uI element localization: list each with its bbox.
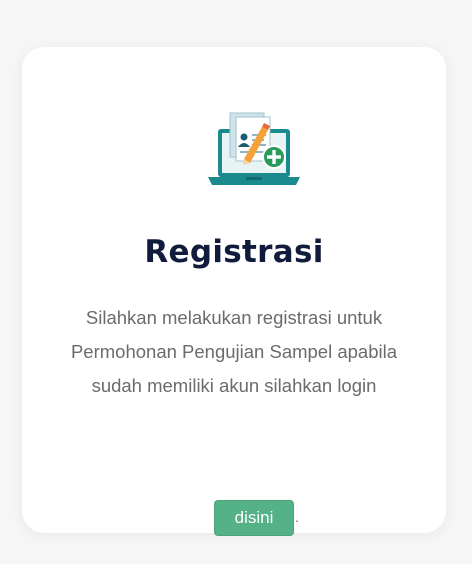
registration-description: Silahkan melakukan registrasi untuk Perm… <box>70 307 398 396</box>
laptop-registration-icon <box>200 107 308 193</box>
registration-card: Registrasi Silahkan melakukan registrasi… <box>22 47 446 536</box>
login-here-button[interactable]: disini <box>214 500 294 536</box>
trailing-period: . <box>295 509 299 525</box>
page-title: Registrasi <box>144 234 324 270</box>
